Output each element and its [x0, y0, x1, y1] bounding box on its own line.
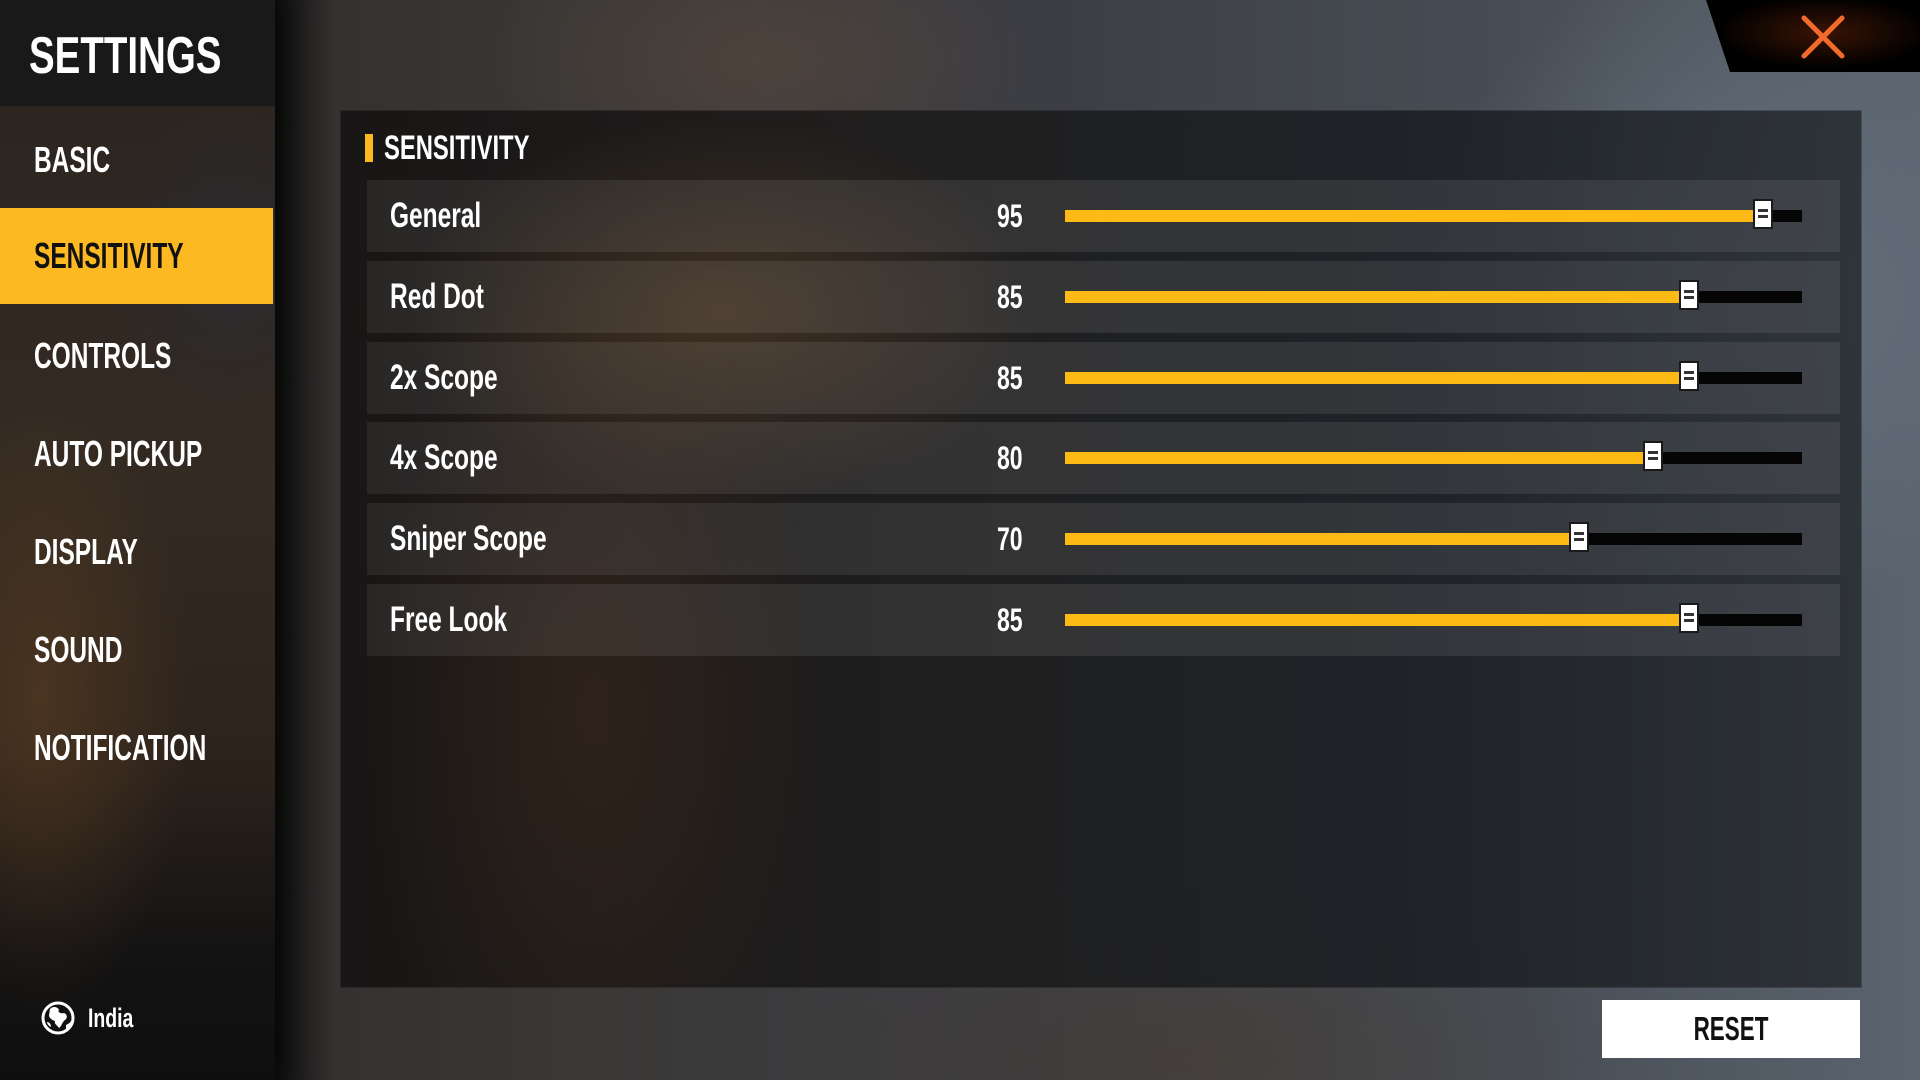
- setting-row-red-dot: Red Dot 85: [367, 261, 1840, 333]
- page-title: SETTINGS: [29, 27, 222, 85]
- section-title: SENSITIVITY: [384, 129, 530, 167]
- reset-button[interactable]: RESET: [1602, 1000, 1860, 1058]
- sidebar-item-basic[interactable]: BASIC: [0, 112, 273, 208]
- setting-row-4x-scope: 4x Scope 80: [367, 422, 1840, 494]
- sidebar-item-auto-pickup[interactable]: AUTO PICKUP: [0, 406, 273, 502]
- sidebar-item-controls[interactable]: CONTROLS: [0, 308, 273, 404]
- setting-value: 85: [997, 602, 1023, 638]
- sidebar-item-label: CONTROLS: [34, 335, 172, 376]
- slider-thumb[interactable]: [1642, 441, 1663, 471]
- sidebar-item-notification[interactable]: NOTIFICATION: [0, 700, 273, 796]
- globe-icon: [40, 1000, 76, 1036]
- slider-fill: [1065, 614, 1692, 626]
- sidebar-item-label: AUTO PICKUP: [34, 433, 203, 474]
- sidebar-item-sound[interactable]: SOUND: [0, 602, 273, 698]
- sensitivity-panel: SENSITIVITY General 95 Red Dot 85 2x Sco…: [341, 111, 1861, 987]
- slider-fill: [1065, 210, 1766, 222]
- slider-thumb[interactable]: [1753, 199, 1774, 229]
- setting-row-sniper-scope: Sniper Scope 70: [367, 503, 1840, 575]
- sidebar-shadow: [275, 0, 335, 1080]
- setting-label: General: [390, 196, 482, 235]
- setting-label: Red Dot: [390, 277, 484, 316]
- setting-label: 2x Scope: [390, 358, 498, 397]
- region-selector[interactable]: India: [40, 998, 151, 1038]
- sidebar-item-label: SOUND: [34, 629, 123, 670]
- setting-value: 85: [997, 279, 1023, 315]
- sidebar-item-label: DISPLAY: [34, 531, 138, 572]
- settings-sidebar: SETTINGS BASIC SENSITIVITY CONTROLS AUTO…: [0, 0, 275, 1080]
- slider-thumb[interactable]: [1568, 522, 1589, 552]
- sidebar-item-label: SENSITIVITY: [34, 235, 184, 276]
- sidebar-item-display[interactable]: DISPLAY: [0, 504, 273, 600]
- slider-thumb[interactable]: [1679, 361, 1700, 391]
- slider-fill: [1065, 372, 1692, 384]
- section-header: SENSITIVITY: [365, 129, 592, 167]
- free-look-slider[interactable]: [1065, 603, 1802, 633]
- setting-value: 95: [997, 198, 1023, 234]
- general-slider[interactable]: [1065, 199, 1802, 229]
- close-icon: [1801, 15, 1845, 59]
- setting-value: 70: [997, 521, 1023, 557]
- sidebar-item-sensitivity[interactable]: SENSITIVITY: [0, 208, 273, 304]
- setting-label: Sniper Scope: [390, 519, 547, 558]
- red-dot-slider[interactable]: [1065, 280, 1802, 310]
- reset-label: RESET: [1693, 1010, 1769, 1047]
- setting-row-general: General 95: [367, 180, 1840, 252]
- slider-fill: [1065, 533, 1581, 545]
- 2x-scope-slider[interactable]: [1065, 361, 1802, 391]
- setting-label: Free Look: [390, 600, 508, 639]
- setting-value: 85: [997, 360, 1023, 396]
- sidebar-header: SETTINGS: [0, 0, 275, 106]
- sniper-scope-slider[interactable]: [1065, 522, 1802, 552]
- setting-value: 80: [997, 440, 1023, 476]
- setting-row-2x-scope: 2x Scope 85: [367, 342, 1840, 414]
- slider-thumb[interactable]: [1679, 280, 1700, 310]
- region-label: India: [88, 1003, 134, 1033]
- sidebar-item-label: NOTIFICATION: [34, 727, 207, 768]
- close-button[interactable]: [1798, 12, 1848, 62]
- slider-fill: [1065, 291, 1692, 303]
- sidebar-item-label: BASIC: [34, 139, 111, 180]
- setting-label: 4x Scope: [390, 438, 498, 477]
- section-marker: [365, 134, 373, 162]
- 4x-scope-slider[interactable]: [1065, 441, 1802, 471]
- setting-row-free-look: Free Look 85: [367, 584, 1840, 656]
- slider-thumb[interactable]: [1679, 603, 1700, 633]
- slider-fill: [1065, 452, 1655, 464]
